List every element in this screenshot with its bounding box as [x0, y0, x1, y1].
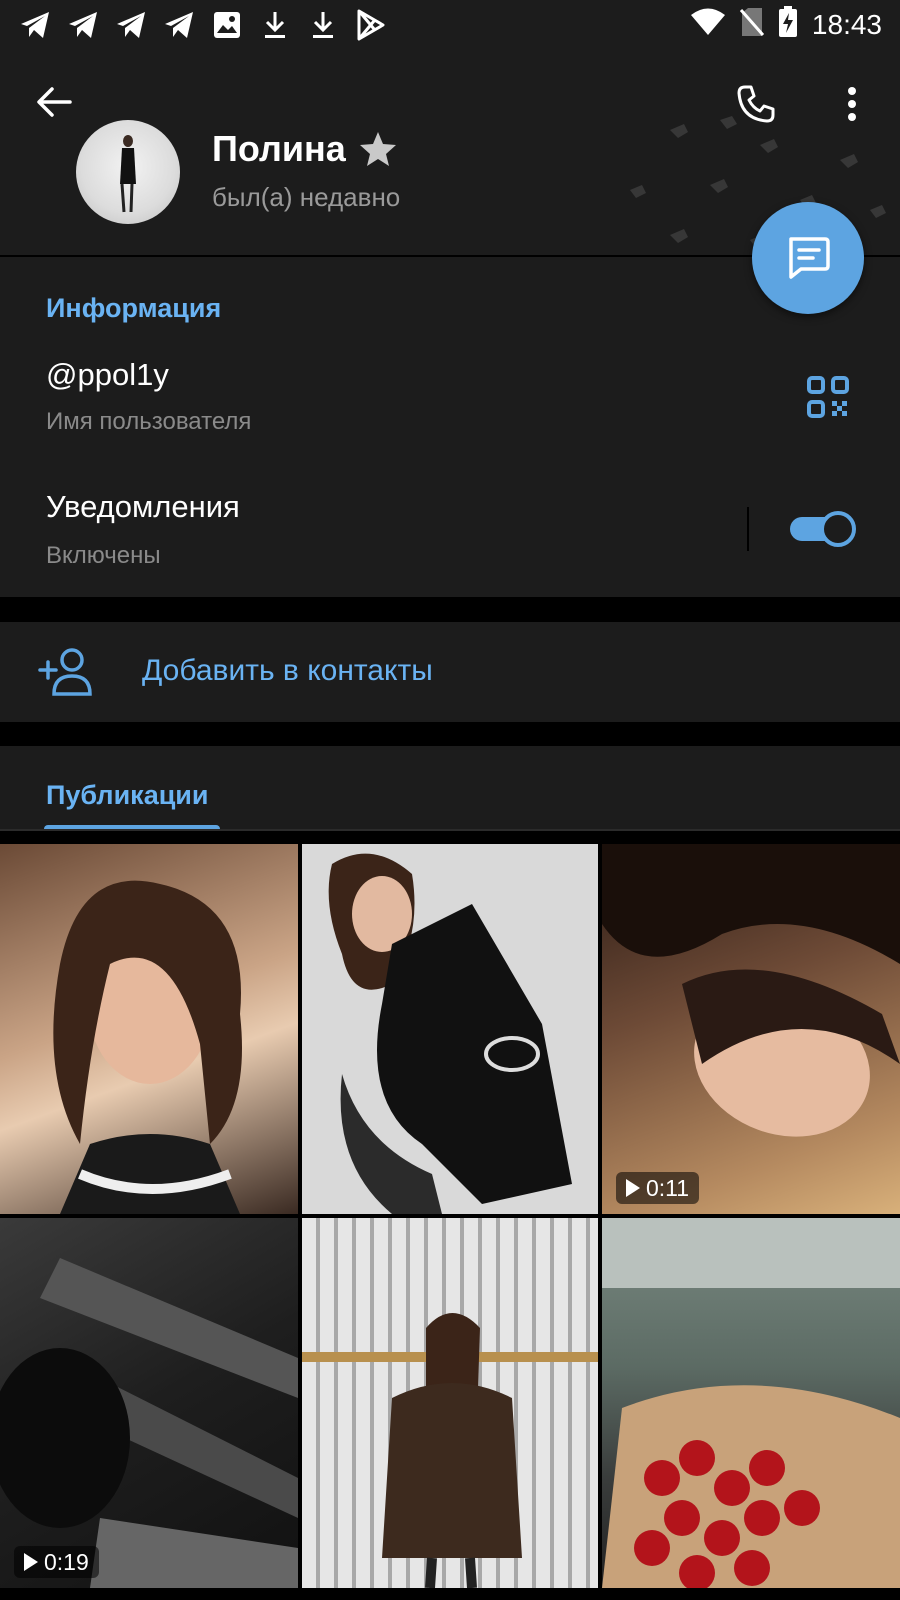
no-sim-icon	[739, 7, 765, 42]
media-tile[interactable]	[302, 1218, 598, 1588]
notifications-toggle[interactable]	[790, 509, 858, 549]
message-button[interactable]	[752, 202, 864, 314]
tab-publications[interactable]: Публикации	[46, 780, 209, 811]
telegram-icon	[114, 8, 148, 42]
last-seen-status: был(а) недавно	[212, 182, 401, 212]
video-thumbnail	[0, 1258, 298, 1588]
wifi-icon	[690, 8, 726, 41]
photo-thumbnail	[602, 1218, 900, 1588]
photo-thumbnail	[53, 880, 243, 1214]
notifications-label[interactable]: Уведомления	[46, 489, 240, 525]
play-icon	[24, 1553, 38, 1571]
media-tile[interactable]: 0:19	[0, 1218, 298, 1588]
divider	[747, 507, 749, 551]
battery-charging-icon	[778, 6, 798, 43]
info-section: Информация @ppol1y Имя пользователя Увед…	[0, 257, 900, 597]
media-tile[interactable]: 0:11	[602, 844, 900, 1214]
add-to-contacts-row[interactable]: Добавить в контакты	[0, 622, 900, 722]
status-bar: 18:43	[0, 0, 900, 50]
notification-icons	[18, 8, 388, 42]
profile-name: Полина	[212, 128, 346, 169]
media-tile[interactable]	[0, 844, 298, 1214]
play-icon	[626, 1179, 640, 1197]
username-value[interactable]: @ppol1y	[46, 357, 169, 393]
qr-code-icon	[807, 376, 849, 418]
media-grid: 0:11 0:19	[0, 844, 900, 1600]
notifications-status: Включены	[46, 542, 161, 569]
arrow-left-icon	[37, 87, 72, 117]
back-button[interactable]	[32, 80, 76, 124]
call-button[interactable]	[732, 80, 780, 128]
photo-thumbnail	[328, 853, 572, 1214]
avatar[interactable]	[76, 120, 180, 224]
media-tile[interactable]	[602, 1218, 900, 1588]
tab-divider	[0, 829, 900, 831]
video-duration: 0:19	[44, 1548, 89, 1575]
qr-code-button[interactable]	[806, 375, 850, 419]
phone-icon	[737, 85, 775, 123]
avatar-figure	[120, 135, 136, 213]
add-user-icon	[38, 648, 92, 696]
toggle-knob	[820, 511, 856, 547]
image-icon	[210, 8, 244, 42]
chat-icon	[789, 237, 830, 279]
video-duration-badge: 0:11	[616, 1172, 700, 1204]
play-store-icon	[354, 8, 388, 42]
media-tile[interactable]	[302, 844, 598, 1214]
info-section-title: Информация	[46, 293, 222, 323]
video-thumbnail	[602, 844, 900, 1137]
star-icon	[359, 132, 396, 166]
telegram-icon	[66, 8, 100, 42]
video-duration-badge: 0:19	[14, 1546, 99, 1578]
video-duration: 0:11	[646, 1174, 690, 1201]
download-icon	[306, 8, 340, 42]
photo-thumbnail	[302, 1313, 598, 1588]
more-vertical-icon	[848, 87, 856, 121]
username-label: Имя пользователя	[46, 408, 252, 435]
add-to-contacts-label: Добавить в контакты	[142, 654, 433, 687]
more-options-button[interactable]	[828, 80, 876, 128]
telegram-icon	[18, 8, 52, 42]
media-tabs: Публикации	[0, 746, 900, 831]
download-icon	[258, 8, 292, 42]
clock: 18:43	[811, 8, 882, 40]
telegram-icon	[162, 8, 196, 42]
